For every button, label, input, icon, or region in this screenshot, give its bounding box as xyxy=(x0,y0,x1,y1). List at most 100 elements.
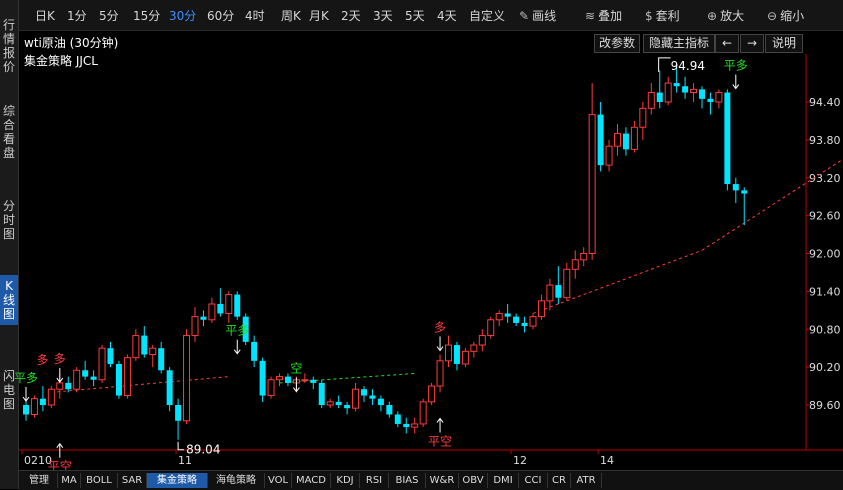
candle-body xyxy=(234,294,241,317)
candle-body xyxy=(132,335,140,359)
candle-body xyxy=(639,107,647,128)
high-marker xyxy=(658,57,671,72)
high-price-label: 94.94 xyxy=(671,59,705,73)
candle-body xyxy=(478,335,486,346)
candle-body xyxy=(141,335,148,355)
candle-body xyxy=(183,335,191,422)
candle-body xyxy=(318,382,325,405)
x-tick-label: 12 xyxy=(513,454,527,467)
candle-body xyxy=(65,382,72,390)
signal-label: 空 xyxy=(290,362,302,376)
candle-body xyxy=(411,423,419,428)
candle-body xyxy=(200,316,207,320)
candle-body xyxy=(614,133,621,147)
candle-body xyxy=(461,350,469,365)
candle-body xyxy=(208,303,216,321)
signal-label: 平多 xyxy=(14,371,38,385)
candle-body xyxy=(495,312,503,321)
candle-body xyxy=(386,405,393,415)
indicator-tab-1[interactable]: MA xyxy=(58,473,81,488)
indicator-tab-8[interactable]: KDJ xyxy=(331,473,360,488)
candle-body xyxy=(732,184,739,191)
candle-body xyxy=(682,86,689,93)
candle-body xyxy=(98,347,106,381)
candle-body xyxy=(352,388,360,409)
candle-body xyxy=(39,398,46,405)
signal-label: 平多 xyxy=(724,59,748,73)
candle-body xyxy=(225,294,233,314)
signal-label: 平多 xyxy=(225,324,249,338)
candle-body xyxy=(555,285,562,298)
indicator-tab-11[interactable]: W&R xyxy=(426,473,459,488)
candle-body xyxy=(707,98,714,102)
indicator-tab-2[interactable]: BOLL xyxy=(81,473,118,488)
candle-body xyxy=(664,82,672,103)
indicator-tab-13[interactable]: DMI xyxy=(488,473,519,488)
indicator-tab-15[interactable]: CR xyxy=(548,473,571,488)
candle-body xyxy=(47,388,55,406)
indicator-tab-10[interactable]: BIAS xyxy=(389,473,426,488)
candle-body xyxy=(699,89,705,99)
candle-body xyxy=(259,360,266,396)
candle-body xyxy=(563,268,571,299)
candle-body xyxy=(521,322,528,327)
candle-body xyxy=(588,114,596,254)
x-tick-label: 14 xyxy=(600,454,614,467)
candle-body xyxy=(23,405,29,415)
candle-body xyxy=(724,92,731,185)
indicator-tab-12[interactable]: OBV xyxy=(459,473,488,488)
candle-body xyxy=(487,319,495,337)
candle-body xyxy=(344,405,351,409)
y-tick-label: 91.40 xyxy=(809,285,841,298)
candle-body xyxy=(428,385,436,403)
candle-body xyxy=(310,379,317,383)
indicator-tabs: 管理 MA BOLL SAR 集金策略 海龟策略 VOL MACD KDJ RSI BIAS W&R O… xyxy=(19,470,843,490)
indicator-tab-14[interactable]: CCI xyxy=(519,473,548,488)
indicator-tab-5[interactable]: 海龟策略 xyxy=(208,473,265,488)
candle-body xyxy=(605,145,613,166)
candle-body xyxy=(123,357,131,397)
candle-body xyxy=(335,401,342,405)
candle-body xyxy=(403,423,410,428)
candle-body xyxy=(741,190,748,194)
y-tick-label: 90.80 xyxy=(809,323,841,336)
candle-body xyxy=(30,398,38,415)
candle-body xyxy=(571,259,579,270)
candle-body xyxy=(445,344,452,362)
indicator-tab-0[interactable]: 管理 xyxy=(21,473,58,488)
signal-label: 平空 xyxy=(428,434,452,448)
indicator-tab-6[interactable]: VOL xyxy=(265,473,292,488)
candle-body xyxy=(149,347,157,355)
candle-body xyxy=(715,92,723,103)
indicator-tab-3[interactable]: SAR xyxy=(118,473,147,488)
candle-body xyxy=(166,370,173,405)
candle-body xyxy=(56,382,64,390)
candle-body xyxy=(597,114,604,166)
candle-body xyxy=(622,133,629,150)
kline-chart[interactable]: 94.4093.8093.2092.6092.0091.4090.8090.20… xyxy=(0,0,843,470)
signal-label: 多 xyxy=(36,353,48,367)
candle-body xyxy=(656,92,663,102)
candle-body xyxy=(73,369,81,390)
indicator-tab-16[interactable]: ATR xyxy=(571,473,602,488)
candle-body xyxy=(436,360,444,387)
candle-body xyxy=(115,363,122,396)
candle-body xyxy=(529,316,537,327)
candle-body xyxy=(284,376,291,383)
candle-body xyxy=(690,88,698,94)
indicator-tab-7[interactable]: MACD xyxy=(292,473,331,488)
candle-body xyxy=(419,401,427,425)
indicator-tab-4[interactable]: 集金策略 xyxy=(147,473,208,488)
y-tick-label: 92.00 xyxy=(809,248,841,261)
candle-body xyxy=(470,344,478,352)
candle-body xyxy=(251,341,258,361)
indicator-tab-9[interactable]: RSI xyxy=(360,473,389,488)
candle-body xyxy=(90,376,97,380)
candle-body xyxy=(107,348,114,364)
y-tick-label: 94.40 xyxy=(809,96,841,109)
candle-body xyxy=(82,370,89,377)
candle-body xyxy=(191,316,199,337)
candle-body xyxy=(276,376,283,381)
candle-body xyxy=(537,300,545,318)
candle-body xyxy=(673,83,680,87)
